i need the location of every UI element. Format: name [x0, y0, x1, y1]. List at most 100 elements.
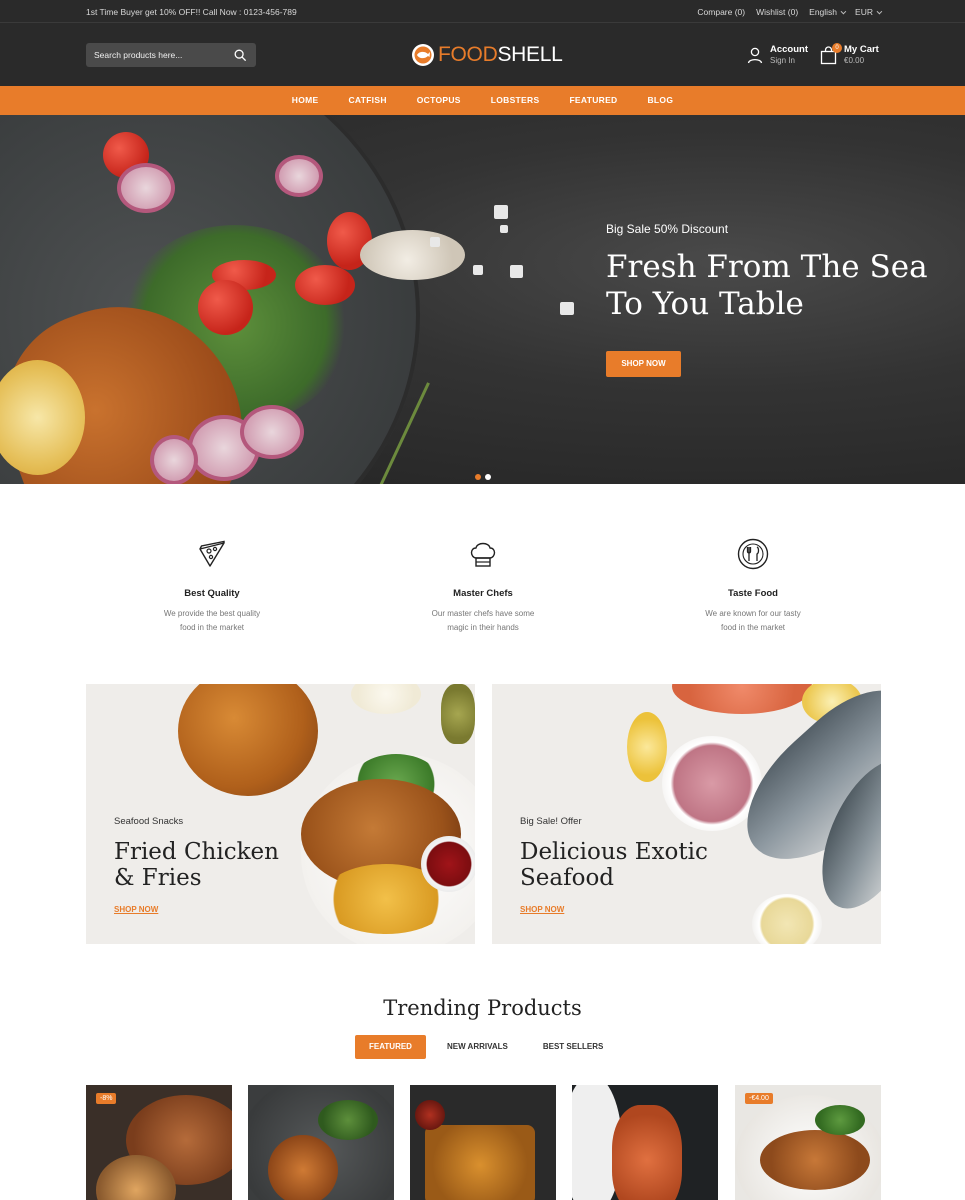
promo-text: 1st Time Buyer get 10% OFF!! Call Now : … [86, 7, 297, 17]
product-image [760, 1130, 870, 1190]
feature-desc: Our master chefs have some magic in thei… [393, 607, 573, 635]
hero-text: Big Sale 50% Discount Fresh From The Sea… [606, 222, 928, 323]
salt-crystal [473, 265, 483, 275]
product-image [425, 1125, 535, 1200]
onion-image [150, 435, 198, 484]
discount-badge: -8% [96, 1093, 117, 1104]
ketchup-bowl-image [421, 836, 475, 892]
chef-hat-icon [470, 542, 496, 567]
slider-dot[interactable] [485, 474, 491, 480]
feature-best-quality: Best Quality We provide the best quality… [122, 538, 302, 635]
tomato-image [295, 265, 355, 305]
feature-master-chefs: Master Chefs Our master chefs have some … [393, 538, 573, 635]
feature-title: Taste Food [728, 588, 778, 599]
hero-eyebrow: Big Sale 50% Discount [606, 222, 729, 236]
nav-item-featured[interactable]: FEATURED [554, 86, 632, 115]
cart-bag: 0 [820, 42, 842, 65]
nav-item-blog[interactable]: BLOG [632, 86, 688, 115]
product-card[interactable]: -8% [86, 1085, 232, 1200]
banner-title: Fried Chicken & Fries [114, 839, 279, 891]
banner-exotic-seafood[interactable]: Big Sale! Offer Delicious Exotic Seafood… [492, 684, 881, 944]
search-box [86, 43, 256, 67]
language-selector[interactable]: English [809, 7, 847, 17]
salt-crystal [560, 302, 574, 315]
currency-selector[interactable]: EUR [855, 7, 883, 17]
wishlist-link[interactable]: Wishlist (0) [756, 7, 798, 17]
banner-shop-now-link[interactable]: SHOP NOW [114, 905, 158, 914]
logo[interactable]: FOODSHELL [411, 40, 563, 70]
nav-item-home[interactable]: HOME [277, 86, 334, 115]
salmon-fillet-image [672, 684, 812, 714]
main-nav: HOME CATFISH OCTOPUS LOBSTERS FEATURED B… [0, 86, 965, 115]
tab-featured[interactable]: FEATURED [355, 1035, 426, 1059]
salt-crystal [510, 265, 523, 278]
banner-eyebrow: Seafood Snacks [114, 816, 184, 827]
feature-desc: We provide the best quality food in the … [122, 607, 302, 635]
feature-desc-line2: food in the market [720, 623, 786, 632]
hero-title: Fresh From The Sea To You Table [606, 249, 928, 323]
onion-rings-image [178, 684, 318, 796]
tab-new-arrivals[interactable]: NEW ARRIVALS [433, 1035, 522, 1059]
banner-title: Delicious Exotic Seafood [520, 839, 708, 891]
account-link[interactable]: Account Sign In [747, 44, 808, 66]
product-card[interactable] [410, 1085, 556, 1200]
search-input[interactable] [86, 43, 226, 67]
cart-total: €0.00 [844, 56, 865, 65]
product-image [415, 1100, 445, 1130]
banner-title-line1: Fried Chicken [114, 839, 279, 865]
salt-crystal [494, 205, 508, 219]
hero-title-line1: Fresh From The Sea [606, 249, 928, 285]
currency-value: EUR [855, 7, 873, 17]
cart-count-badge: 0 [832, 42, 842, 53]
banner-eyebrow: Big Sale! Offer [520, 816, 582, 827]
banner-title-line1: Delicious Exotic [520, 839, 708, 865]
slider-dots [475, 474, 491, 480]
feature-desc: We are known for our tasty food in the m… [663, 607, 843, 635]
logo-text-shell: SHELL [497, 43, 563, 66]
sauce-bowl-image [351, 684, 421, 714]
logo-text: FOODSHELL [438, 43, 563, 67]
discount-badge: -€4.00 [745, 1093, 773, 1104]
user-icon [747, 47, 763, 63]
cart-link[interactable]: 0 My Cart €0.00 [820, 42, 879, 66]
feature-desc-line2: magic in their hands [447, 623, 519, 632]
cart-label: My Cart [844, 44, 879, 55]
chevron-down-icon [840, 8, 847, 15]
hero-slider: Big Sale 50% Discount Fresh From The Sea… [0, 115, 965, 484]
onion-image [240, 405, 304, 459]
nav-item-octopus[interactable]: OCTOPUS [402, 86, 476, 115]
language-value: English [809, 7, 838, 17]
garlic-image [360, 230, 465, 280]
top-bar-links: Compare (0) Wishlist (0) English EUR [697, 7, 883, 17]
product-image [268, 1135, 338, 1200]
nav-item-catfish[interactable]: CATFISH [333, 86, 401, 115]
banner-title-line2: Seafood [520, 865, 615, 891]
header: FOODSHELL Account Sign In 0 My Cart €0.0… [0, 23, 965, 86]
search-icon[interactable] [233, 48, 247, 62]
slider-dot[interactable] [475, 474, 481, 480]
feature-taste-food: Taste Food We are known for our tasty fo… [663, 538, 843, 635]
feature-desc-line2: food in the market [179, 623, 245, 632]
logo-text-food: FOOD [438, 43, 498, 66]
compare-link[interactable]: Compare (0) [697, 7, 745, 17]
product-card[interactable] [248, 1085, 394, 1200]
trending-tabs: FEATURED NEW ARRIVALS BEST SELLERS [355, 1035, 624, 1059]
hero-shop-now-button[interactable]: SHOP NOW [606, 351, 681, 377]
tab-best-sellers[interactable]: BEST SELLERS [529, 1035, 617, 1059]
oil-bowl-image [752, 894, 822, 944]
onion-image [275, 155, 323, 197]
feature-desc-line1: We provide the best quality [163, 609, 261, 618]
nav-item-lobsters[interactable]: LOBSTERS [476, 86, 555, 115]
feature-desc-line1: Our master chefs have some [431, 609, 535, 618]
banner-shop-now-link[interactable]: SHOP NOW [520, 905, 564, 914]
onion-image [117, 163, 175, 213]
lemon-wedge-image [627, 712, 667, 782]
hero-title-line2: To You Table [606, 286, 804, 322]
sign-in-label: Sign In [770, 56, 795, 65]
product-image [815, 1105, 865, 1135]
chevron-down-icon [876, 8, 883, 15]
banner-fried-chicken[interactable]: Seafood Snacks Fried Chicken & Fries SHO… [86, 684, 475, 944]
product-card[interactable] [572, 1085, 718, 1200]
feature-desc-line1: We are known for our tasty [705, 609, 801, 618]
product-card[interactable]: -€4.00 [735, 1085, 881, 1200]
